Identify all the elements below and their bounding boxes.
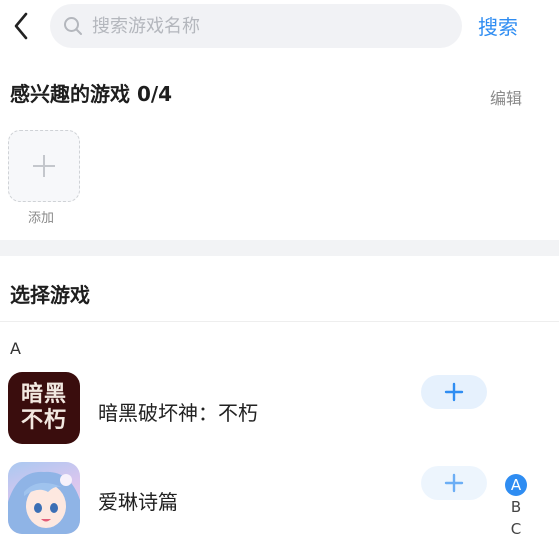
search-box[interactable] [50, 4, 462, 48]
index-letter-c[interactable]: C [504, 518, 528, 540]
index-letter-a[interactable]: A [505, 474, 527, 496]
top-bar: 搜索 [0, 0, 559, 56]
add-favorite-label: 添加 [28, 211, 55, 226]
add-game-button[interactable] [421, 375, 487, 409]
alphabet-index[interactable]: A B C [504, 474, 528, 540]
game-row[interactable]: 爱琳诗篇 [0, 462, 559, 540]
search-icon [62, 15, 84, 37]
choose-games-title: 选择游戏 [10, 283, 90, 307]
game-name: 暗黑破坏神：不朽 [98, 401, 258, 425]
plus-icon [444, 473, 464, 493]
favorites-title: 感兴趣的游戏 0/4 [10, 82, 173, 106]
plus-icon [444, 382, 464, 402]
game-icon-text-bottom: 不朽 [20, 408, 67, 433]
divider-line [0, 321, 559, 322]
game-row[interactable]: 暗黑 不朽 暗黑破坏神：不朽 [0, 372, 559, 450]
add-favorite-button[interactable] [8, 130, 80, 202]
plus-icon [33, 155, 55, 177]
add-game-button[interactable] [421, 466, 487, 500]
game-icon-diablo: 暗黑 不朽 [8, 372, 80, 444]
search-button[interactable]: 搜索 [478, 11, 518, 40]
game-icon-ailin [8, 462, 80, 534]
edit-button[interactable]: 编辑 [490, 85, 522, 109]
game-icon-text-top: 暗黑 [20, 382, 67, 407]
game-name: 爱琳诗篇 [98, 490, 178, 514]
anime-character-icon [8, 471, 80, 534]
section-divider [0, 240, 559, 256]
search-input[interactable] [92, 15, 432, 37]
section-letter: A [10, 339, 21, 358]
back-arrow-icon[interactable] [6, 8, 36, 44]
index-letter-b[interactable]: B [504, 496, 528, 518]
